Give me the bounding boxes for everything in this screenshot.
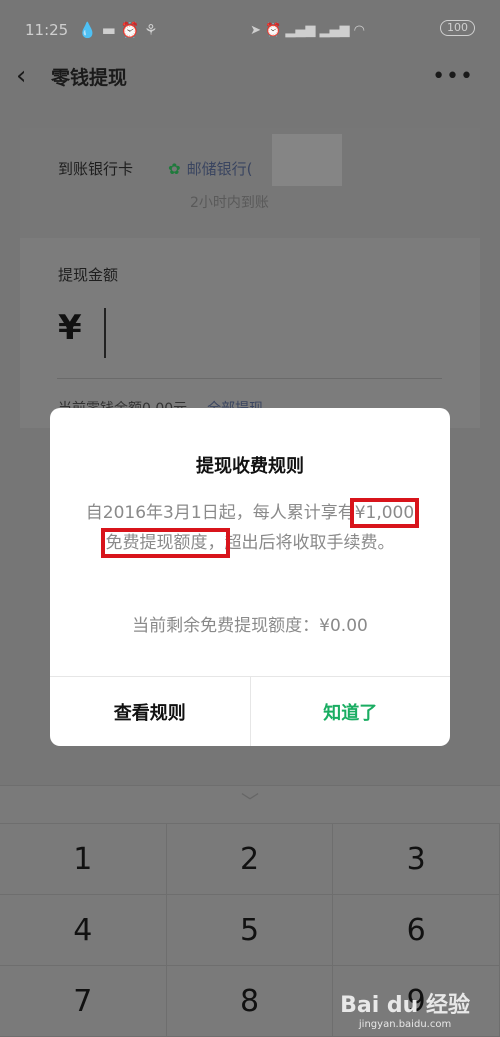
currency-symbol: ¥ (58, 308, 82, 348)
key-7[interactable]: 7 (0, 966, 167, 1037)
status-bar: 11:25 💧 ▬ ⏰ ⚘ ➤ ⏰ ▂▄▆ ▂▄▆ ◠ 100 (25, 18, 475, 42)
watermark-brand: Bai du 经验 (340, 993, 470, 1018)
bank-name: 邮储银行( (186, 160, 253, 178)
withdraw-card: 到账银行卡 ✿邮储银行( 2小时内到账 提现金额 ¥ 当前零钱余额0.00元，全… (20, 128, 480, 428)
view-rules-button[interactable]: 查看规则 (50, 677, 250, 746)
bank-label: 到账银行卡 (58, 160, 134, 178)
clock: 11:25 (25, 21, 69, 39)
ok-button[interactable]: 知道了 (249, 677, 451, 746)
nav-bar: ‹ 零钱提现 ••• (0, 55, 500, 97)
baidu-watermark: Bai du 经验 jingyan.baidu.com (340, 987, 470, 1030)
remaining-quota: 当前剩余免费提现额度：¥0.00 (132, 616, 368, 636)
amount-input[interactable] (104, 308, 106, 358)
body-text-end: 超出后将收取手续费。 (224, 533, 395, 553)
key-5[interactable]: 5 (166, 895, 334, 966)
dialog-title: 提现收费规则 (196, 456, 304, 477)
redacted-area (272, 134, 342, 186)
bank-section[interactable]: 到账银行卡 ✿ 邮储银行( 2小时内到账 (20, 128, 480, 238)
divider (57, 378, 442, 379)
key-2[interactable]: 2 (166, 824, 334, 895)
watermark-url: jingyan.baidu.com (358, 1019, 452, 1030)
amount-label: 提现金额 (58, 266, 119, 284)
collapse-keyboard-icon[interactable]: ﹀ (0, 786, 500, 824)
fee-rules-dialog: 提现收费规则 自2016年3月1日起，每人累计享有¥1,000免费提现额度，超出… (50, 408, 450, 746)
more-icon[interactable]: ••• (432, 64, 474, 89)
dialog-body: 自2016年3月1日起，每人累计享有¥1,000免费提现额度，超出后将收取手续费… (80, 498, 420, 558)
key-1[interactable]: 1 (0, 824, 167, 895)
page-title: 零钱提现 (51, 66, 128, 89)
battery-icon: 100 (440, 20, 475, 36)
arrival-time: 2小时内到账 (190, 195, 269, 211)
key-8[interactable]: 8 (166, 966, 334, 1037)
key-3[interactable]: 3 (333, 824, 500, 895)
notification-icons: 💧 ▬ ⏰ ⚘ (78, 21, 158, 39)
system-icons: ➤ ⏰ ▂▄▆ ▂▄▆ ◠ (250, 22, 365, 38)
back-icon[interactable]: ‹ (16, 61, 26, 91)
key-4[interactable]: 4 (0, 895, 167, 966)
numeric-keypad: ﹀ 1 2 3 4 5 6 7 8 9 Bai du 经验 jingyan.bai… (0, 785, 500, 1037)
key-6[interactable]: 6 (333, 895, 500, 966)
bank-logo-icon: ✿ (168, 160, 181, 178)
bank-selector[interactable]: ✿ 邮储银行( (168, 158, 252, 179)
body-text: 自2016年3月1日起，每人累计享有 (85, 503, 355, 523)
